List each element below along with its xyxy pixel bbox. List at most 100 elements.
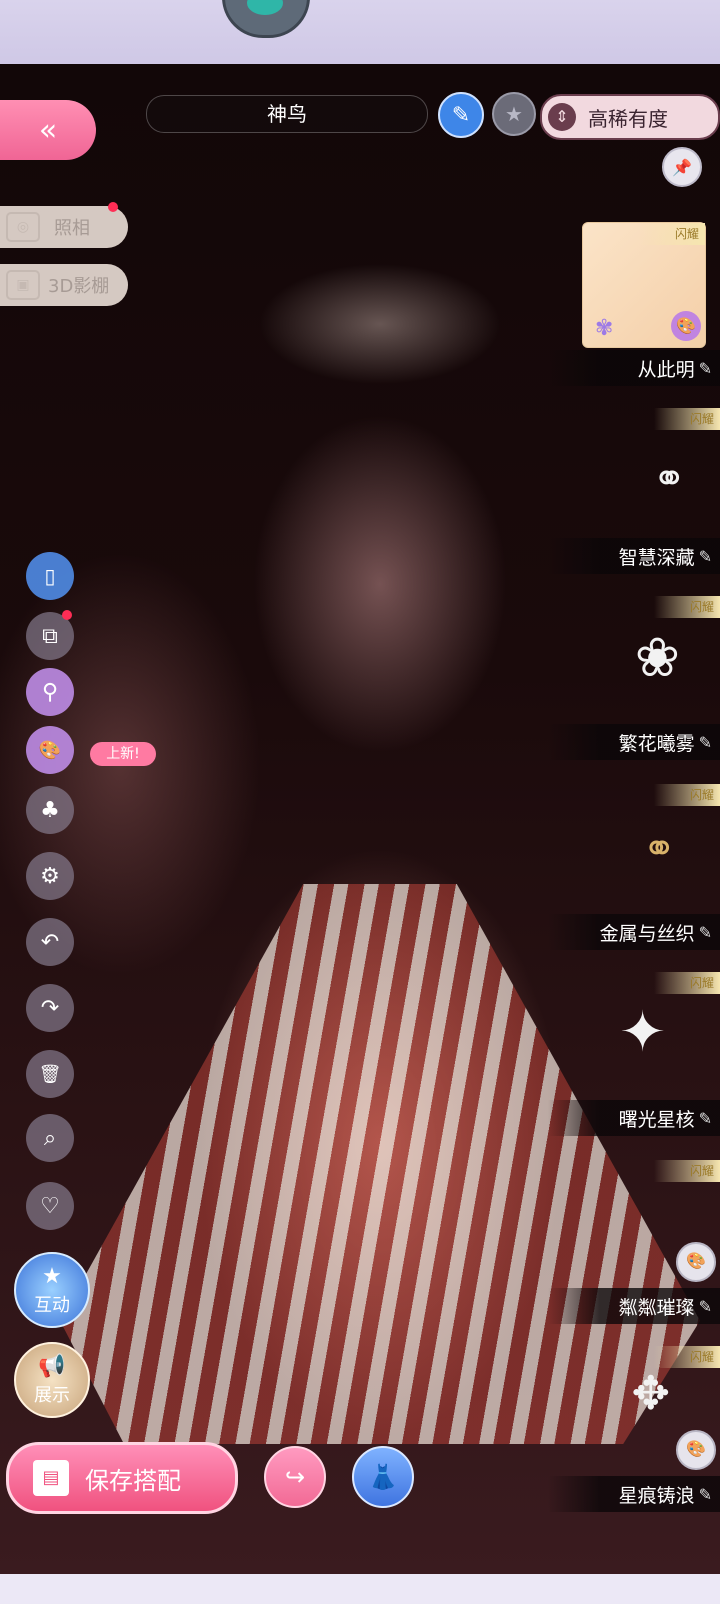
edit-icon[interactable]: ✎ (699, 1297, 712, 1316)
palette-icon: 🎨 (686, 1439, 706, 1458)
item-label: 星痕铸浪 ✎ (548, 1476, 720, 1512)
studio-3d-button[interactable]: ▣ 3D影棚 (0, 264, 128, 306)
like-button[interactable]: ♡ (26, 1182, 74, 1230)
palette-icon[interactable]: 🎨 (671, 311, 701, 341)
item-label: 曙光星核 ✎ (548, 1100, 720, 1136)
delete-button[interactable]: 🗑 (26, 1050, 74, 1098)
item-name: 曙光星核 (618, 1108, 695, 1131)
layers-icon: ⧉ (42, 623, 58, 649)
item-name: 繁花曦雾 (618, 732, 695, 755)
item-badge: 闪耀 (639, 223, 705, 245)
jewel-icon: ✥ (631, 1366, 670, 1420)
item-slot[interactable]: 闪耀 ✦ 曙光星核 ✎ (548, 972, 720, 1138)
heart-icon: ♡ (40, 1193, 60, 1219)
user-search-icon: ⚲ (41, 679, 59, 705)
pin-icon: 📌 (672, 157, 692, 177)
search-button[interactable]: ⌕ (26, 1114, 74, 1162)
edit-icon[interactable]: ✎ (699, 733, 712, 752)
dye-item-button[interactable]: 🎨 (676, 1430, 716, 1470)
star-icon: ★ (42, 1263, 62, 1289)
megaphone-icon: 📢 (38, 1353, 66, 1379)
favorite-button[interactable]: ★ (492, 92, 536, 136)
display-label: 展示 (34, 1384, 70, 1406)
item-slot[interactable]: 闪耀 🎨 粼粼璀璨 ✎ (548, 1160, 720, 1326)
item-name: 粼粼璀璨 (618, 1296, 695, 1319)
notification-dot (62, 610, 72, 620)
new-tag: 上新! (90, 742, 156, 766)
rarity-sort-label: 高稀有度 (588, 106, 668, 131)
save-outfit-button[interactable]: ▤ 保存搭配 (6, 1442, 238, 1514)
camera-icon: ◎ (6, 212, 40, 242)
item-badge: 闪耀 (654, 784, 720, 806)
user-search-button[interactable]: ⚲ (26, 668, 74, 716)
item-name: 从此明 (637, 358, 695, 381)
back-button[interactable]: « (0, 100, 96, 160)
system-bottom-bar (0, 1574, 720, 1604)
interact-button[interactable]: ★ 互动 (14, 1252, 90, 1328)
photo-button[interactable]: ◎ 照相 (0, 206, 128, 248)
mascot-avatar[interactable] (222, 0, 310, 38)
item-slot[interactable]: 从此明 ✎ (548, 350, 720, 386)
item-name: 金属与丝织 (599, 922, 695, 945)
glasses-icon: ⚭ (642, 826, 676, 872)
item-name: 星痕铸浪 (618, 1484, 695, 1507)
palette-icon: 🎨 (686, 1251, 706, 1270)
dress-icon: 👗 (368, 1463, 398, 1491)
edit-name-button[interactable]: ✎ (438, 92, 484, 138)
photo-label: 照相 (54, 218, 90, 239)
studio-3d-label: 3D影棚 (48, 276, 110, 297)
item-label: 粼粼璀璨 ✎ (548, 1288, 720, 1324)
item-badge: 闪耀 (654, 596, 720, 618)
item-badge: 闪耀 (654, 1346, 720, 1368)
item-name: 智慧深藏 (618, 546, 695, 569)
display-button[interactable]: 📢 展示 (14, 1342, 90, 1418)
item-label: 从此明 ✎ (548, 350, 720, 386)
cube-icon: ▣ (6, 270, 40, 300)
pose-button[interactable]: ♣ (26, 786, 74, 834)
sort-icon: ⇕ (548, 103, 576, 131)
glasses-icon: ⚭ (652, 456, 686, 502)
item-slot[interactable]: 闪耀 ⚭ 智慧深藏 ✎ (548, 408, 720, 574)
interact-label: 互动 (34, 1294, 70, 1316)
search-icon: ⌕ (43, 1125, 57, 1151)
edit-icon[interactable]: ✎ (699, 1109, 712, 1128)
item-slot[interactable]: 闪耀 ✥ 🎨 星痕铸浪 ✎ (548, 1346, 720, 1512)
system-top-band (0, 0, 720, 64)
item-label: 金属与丝织 ✎ (548, 914, 720, 950)
palette-icon: 🎨 (38, 739, 62, 761)
pencil-icon: ✎ (451, 102, 471, 128)
redo-icon: ↷ (40, 995, 60, 1021)
share-icon: ↪ (284, 1463, 306, 1491)
phone-view-button[interactable]: ▯ (26, 552, 74, 600)
dye-item-button[interactable]: 🎨 (676, 1242, 716, 1282)
star-icon: ★ (505, 102, 523, 126)
figure-icon: ♣ (40, 797, 60, 823)
rarity-sort-button[interactable]: ⇕ 高稀有度 (540, 94, 720, 140)
gear-icon: ⚙ (40, 863, 60, 889)
save-outfit-label: 保存搭配 (85, 1466, 181, 1495)
undo-icon: ↶ (40, 929, 60, 955)
item-badge: 闪耀 (654, 972, 720, 994)
edit-icon[interactable]: ✎ (699, 1485, 712, 1504)
redo-button[interactable]: ↷ (26, 984, 74, 1032)
double-chevron-left-icon: « (38, 112, 58, 148)
edit-icon[interactable]: ✎ (699, 923, 712, 942)
settings-button[interactable]: ⚙ (26, 852, 74, 900)
edit-icon[interactable]: ✎ (699, 359, 712, 378)
pin-button[interactable]: 📌 (662, 147, 702, 187)
item-slot[interactable]: 闪耀 ❀ 繁花曦雾 ✎ (548, 596, 720, 762)
dye-button[interactable]: 🎨 (26, 726, 74, 774)
notification-dot (108, 202, 118, 212)
item-slot[interactable]: 闪耀 ⚭ 金属与丝织 ✎ (548, 784, 720, 950)
undo-button[interactable]: ↶ (26, 918, 74, 966)
share-button[interactable]: ↪ (264, 1446, 326, 1508)
item-thumbnail[interactable]: 闪耀 ✾ 🎨 (582, 222, 706, 348)
edit-icon[interactable]: ✎ (699, 547, 712, 566)
item-label: 智慧深藏 ✎ (548, 538, 720, 574)
outfit-name: 神鸟 (146, 95, 428, 133)
wardrobe-button[interactable]: 👗 (352, 1446, 414, 1508)
item-label: 繁花曦雾 ✎ (548, 724, 720, 760)
item-badge: 闪耀 (654, 408, 720, 430)
flower-veil-icon: ❀ (634, 626, 680, 689)
flower-icon: ✾ (595, 316, 614, 341)
